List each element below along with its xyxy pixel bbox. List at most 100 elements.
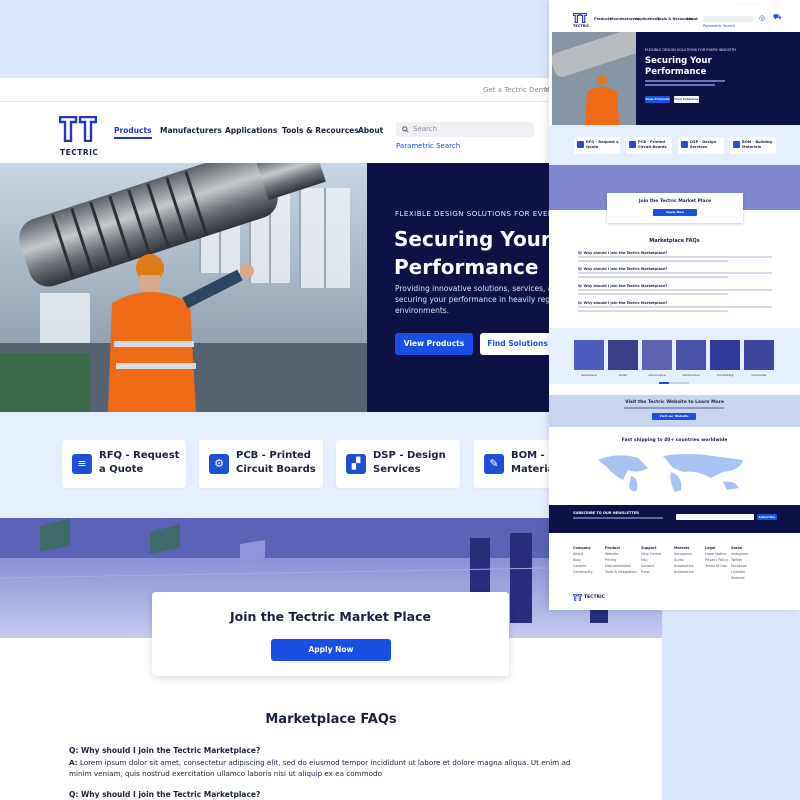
- preview-hero-title-line2: Performance: [645, 67, 707, 77]
- parametric-search-link[interactable]: Parametric Search: [396, 142, 460, 150]
- preview-faq-question[interactable]: Q: Why should I join the Tectric Marketp…: [578, 284, 667, 288]
- faq-answer-line1: A: Lorem ipsum dolor sit amet, consectet…: [69, 757, 609, 768]
- preview-application-label: Audio: [618, 373, 628, 377]
- faq-title: Marketplace FAQs: [265, 712, 397, 727]
- preview-find-solutions-button[interactable]: Find Solutions: [674, 96, 699, 103]
- preview-join-card: Join the Tectric Market Place Apply Now: [607, 193, 743, 223]
- join-marketplace-card: Join the Tectric Market Place Apply Now: [152, 592, 509, 676]
- preview-application-tile[interactable]: Automotive: [642, 340, 672, 377]
- find-solutions-button[interactable]: Find Solutions: [480, 333, 555, 355]
- demo-link[interactable]: Get a Tectric Demo: [483, 86, 550, 94]
- view-products-button[interactable]: View Products: [395, 333, 473, 355]
- preview-utility-text: · · · · · · · · · · · · · ·: [732, 3, 763, 7]
- bom-pen-icon: [733, 141, 740, 148]
- footer-link[interactable]: Youtube: [731, 575, 748, 581]
- preview-brand: TECTRIC: [573, 24, 590, 28]
- full-page-preview: · · · · · · · · · · · · · · TECTRIC Prod…: [549, 0, 800, 610]
- preview-faq-question[interactable]: Q: Why should I join the Tectric Marketp…: [578, 301, 667, 305]
- cart-icon[interactable]: ⛟: [773, 13, 782, 22]
- apply-now-button[interactable]: Apply Now: [271, 639, 391, 661]
- logo-icon: [58, 115, 98, 143]
- faq-answer: A: Lorem ipsum dolor sit amet, consectet…: [69, 757, 609, 779]
- preview-service-card[interactable]: RFQ - Request a Quote: [574, 137, 620, 154]
- preview-footer-col: Social Instagram Twitter Facebook LinkedIn Yo…: [731, 545, 748, 581]
- dsp-design-icon: [681, 141, 688, 148]
- rfq-list-icon: [577, 141, 584, 148]
- pcb-chip-icon: [629, 141, 636, 148]
- preview-application-tile[interactable]: Aerospace: [574, 340, 604, 377]
- footer-link[interactable]: Terms of Use: [705, 563, 728, 569]
- faq-question[interactable]: Q: Why should I join the Tectric Marketp…: [69, 746, 260, 755]
- preview-newsletter-band: SUBSCRIBE TO OUR NEWSLETTER Subscribe: [549, 505, 800, 533]
- preview-nav-item[interactable]: Applications: [635, 17, 659, 21]
- preview-carousel-dots[interactable]: [659, 382, 689, 384]
- preview-footer-col: Product Website Pricing Documentation Tools …: [605, 545, 637, 575]
- preview-service-label: BOM - Building Materials: [742, 140, 773, 149]
- preview-hero-desc: [645, 80, 725, 82]
- footer-link[interactable]: Automotive: [674, 569, 694, 575]
- preview-logo-icon: [573, 13, 587, 23]
- preview-world-map: [598, 454, 743, 492]
- nav-manufacturers[interactable]: Manufacturers: [160, 126, 222, 135]
- preview-footer-logo-icon: [573, 594, 582, 601]
- preview-application-tile[interactable]: Consumer: [744, 340, 774, 377]
- preview-service-label: DSP - Design Services: [690, 140, 717, 149]
- preview-subscribe-button[interactable]: Subscribe: [757, 514, 777, 520]
- preview-faq-answer: [578, 306, 772, 308]
- preview-footer-col: Company About Blog Careers Community: [573, 545, 593, 575]
- search-input[interactable]: Search: [396, 122, 534, 137]
- hero-kicker: FLEXIBLE DESIGN SOLUTIONS FOR EVERY IND: [395, 210, 575, 218]
- faq-question[interactable]: Q: Why should I join the Tectric Marketp…: [69, 790, 260, 799]
- preview-parametric-search[interactable]: Parametric Search: [703, 24, 735, 28]
- bom-pen-icon: ✎: [484, 454, 504, 474]
- preview-newsletter-label: SUBSCRIBE TO OUR NEWSLETTER: [573, 511, 639, 515]
- preview-faq-title: Marketplace FAQs: [649, 238, 700, 244]
- preview-faq-question[interactable]: Q: Why should I join the Tectric Marketp…: [578, 267, 667, 271]
- join-title: Join the Tectric Market Place: [229, 609, 431, 624]
- preview-application-tile[interactable]: Automotive: [676, 340, 706, 377]
- nav-applications[interactable]: Applications: [225, 126, 277, 135]
- globe-icon[interactable]: ◎: [759, 14, 765, 22]
- preview-nav-item[interactable]: Products: [594, 17, 612, 21]
- preview-application-label: Consumer: [751, 373, 767, 377]
- preview-nav-item[interactable]: About: [686, 17, 698, 21]
- nav-products[interactable]: Products: [114, 126, 152, 139]
- footer-link[interactable]: Tools & Integration: [605, 569, 637, 575]
- service-label: PCB - Printed Circuit Boards: [236, 450, 316, 475]
- preview-visit-button[interactable]: Visit our Website: [652, 413, 696, 420]
- preview-faq-answer: [578, 260, 728, 262]
- tectric-logo[interactable]: TECTRIC: [58, 115, 99, 157]
- preview-faq-question[interactable]: Q: Why should I join the Tectric Marketp…: [578, 251, 667, 255]
- preview-service-label: PCB - Printed Circuit Boards: [638, 140, 667, 149]
- service-card-rfq[interactable]: ≡ RFQ - Request a Quote: [62, 440, 186, 488]
- preview-service-label: RFQ - Request a Quote: [586, 140, 619, 149]
- footer-link[interactable]: Community: [573, 569, 593, 575]
- preview-service-card[interactable]: DSP - Design Services: [678, 137, 724, 154]
- footer-link[interactable]: Press: [641, 569, 661, 575]
- preview-footer-col: Support Help Center FAQ Contact Press: [641, 545, 661, 575]
- preview-join-title: Join the Tectric Market Place: [638, 199, 712, 204]
- preview-search-input[interactable]: [703, 16, 753, 22]
- service-card-dsp[interactable]: ▞ DSP - Design Services: [336, 440, 460, 488]
- preview-hero-title-line1: Securing Your: [645, 56, 712, 66]
- preview-hero-image: [551, 29, 641, 125]
- nav-about[interactable]: About: [358, 126, 383, 135]
- preview-faq-answer: [578, 272, 772, 274]
- faq-answer-text: Lorem ipsum dolor sit amet, consectetur …: [77, 758, 571, 767]
- preview-faq-answer: [578, 293, 728, 295]
- service-label: RFQ - Request a Quote: [99, 450, 180, 475]
- preview-footer-col: Markets Aerospace Audio Automotive Automotiv…: [674, 545, 694, 575]
- service-card-pcb[interactable]: ⚙ PCB - Printed Circuit Boards: [199, 440, 323, 488]
- nav-tools[interactable]: Tools & Recources: [282, 126, 359, 135]
- preview-view-products-button[interactable]: View Products: [645, 96, 670, 103]
- preview-application-tile[interactable]: Computing: [710, 340, 740, 377]
- search-icon: [402, 126, 409, 133]
- brand-name: TECTRIC: [60, 148, 99, 157]
- preview-apply-now-button[interactable]: Apply Now: [653, 209, 697, 216]
- preview-service-card[interactable]: BOM - Building Materials: [730, 137, 776, 154]
- preview-email-input[interactable]: [676, 514, 754, 520]
- preview-application-tile[interactable]: Audio: [608, 340, 638, 377]
- preview-service-card[interactable]: PCB - Printed Circuit Boards: [626, 137, 672, 154]
- preview-hero-desc: [645, 84, 715, 86]
- pcb-chip-icon: ⚙: [209, 454, 229, 474]
